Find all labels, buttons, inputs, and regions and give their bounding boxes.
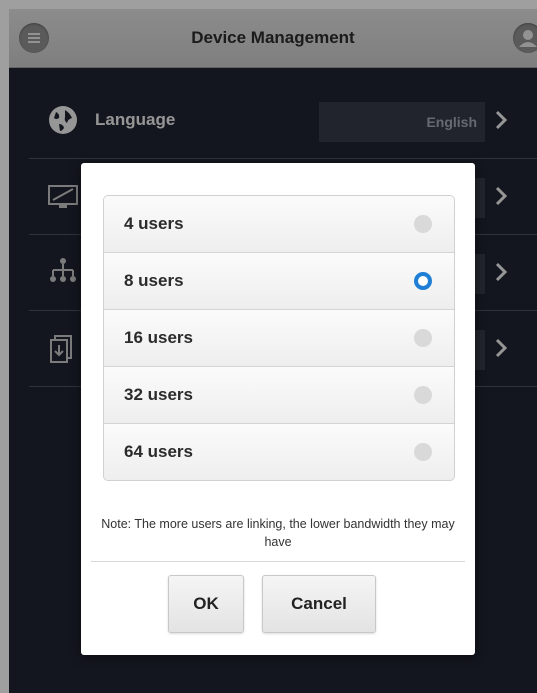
bandwidth-note: Note: The more users are linking, the lo… bbox=[101, 517, 455, 549]
radio-button-selected[interactable] bbox=[414, 272, 432, 290]
option-32-users[interactable]: 32 users bbox=[104, 367, 454, 424]
radio-button[interactable] bbox=[414, 386, 432, 404]
option-16-users[interactable]: 16 users bbox=[104, 310, 454, 367]
user-limit-dialog: 4 users 8 users 16 users 32 users 64 use… bbox=[81, 163, 475, 655]
option-64-users[interactable]: 64 users bbox=[104, 424, 454, 480]
option-4-users[interactable]: 4 users bbox=[104, 196, 454, 253]
option-label: 64 users bbox=[124, 442, 193, 461]
option-label: 4 users bbox=[124, 214, 184, 233]
option-label: 16 users bbox=[124, 328, 193, 347]
radio-button[interactable] bbox=[414, 329, 432, 347]
radio-button[interactable] bbox=[414, 215, 432, 233]
cancel-button[interactable]: Cancel bbox=[262, 575, 376, 633]
user-limit-options: 4 users 8 users 16 users 32 users 64 use… bbox=[103, 195, 455, 481]
radio-button[interactable] bbox=[414, 443, 432, 461]
option-label: 32 users bbox=[124, 385, 193, 404]
option-label: 8 users bbox=[124, 271, 184, 290]
ok-button[interactable]: OK bbox=[168, 575, 244, 633]
option-8-users[interactable]: 8 users bbox=[104, 253, 454, 310]
divider bbox=[91, 561, 465, 562]
